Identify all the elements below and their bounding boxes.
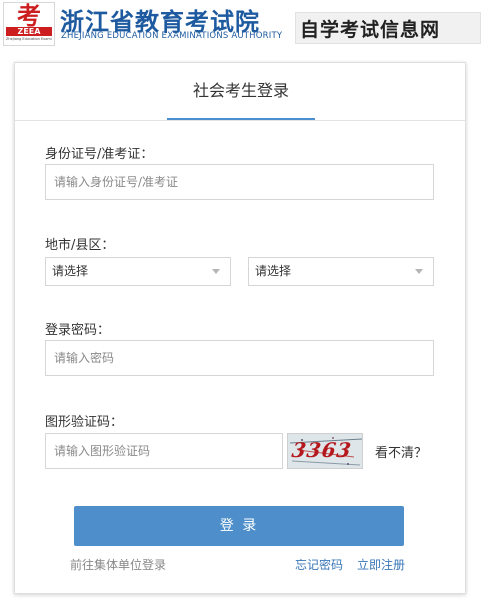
county-select-value: 请选择 (255, 264, 292, 278)
login-button[interactable]: 登 录 (74, 506, 404, 546)
logo-caption: Zhejiang Education Examinations Authorit… (6, 37, 52, 41)
logo-mark: 考 (17, 1, 41, 30)
county-select[interactable]: 请选择 (248, 257, 434, 286)
captcha-image[interactable]: 3363 (287, 433, 363, 469)
zeea-logo: 考 ZEEA Zhejiang Education Examinations A… (3, 2, 55, 46)
captcha-label: 图形验证码： (45, 415, 124, 430)
logo-word: ZEEA (6, 27, 52, 36)
login-tab-bar: 社会考生登录 (15, 63, 465, 121)
register-link[interactable]: 立即注册 (357, 556, 405, 573)
city-select-value: 请选择 (52, 264, 89, 278)
region-label: 地市/县区： (45, 238, 115, 253)
id-label: 身份证号/准考证： (45, 147, 154, 162)
site-header: 考 ZEEA Zhejiang Education Examinations A… (0, 0, 483, 50)
login-card: 社会考生登录 身份证号/准考证： 地市/县区： 请选择 请选择 登录密码： 图形… (14, 62, 466, 594)
tab-social-candidate-login[interactable]: 社会考生登录 (167, 63, 315, 120)
forgot-password-link[interactable]: 忘记密码 (295, 556, 343, 573)
id-number-input[interactable] (45, 164, 434, 200)
chevron-down-icon (212, 269, 220, 274)
site-subtitle: ZHEJIANG EDUCATION EXAMINATIONS AUTHORIT… (61, 31, 283, 41)
city-select[interactable]: 请选择 (45, 257, 231, 286)
self-study-banner: 自学考试信息网 (295, 12, 481, 44)
group-login-link[interactable]: 前往集体单位登录 (70, 556, 166, 573)
password-input[interactable] (45, 340, 434, 376)
self-study-banner-text: 自学考试信息网 (300, 19, 441, 41)
captcha-text: 3363 (290, 438, 354, 462)
captcha-input[interactable] (45, 433, 283, 469)
chevron-down-icon (415, 269, 423, 274)
password-label: 登录密码： (45, 323, 111, 338)
refresh-captcha-link[interactable]: 看不清？ (375, 442, 427, 461)
